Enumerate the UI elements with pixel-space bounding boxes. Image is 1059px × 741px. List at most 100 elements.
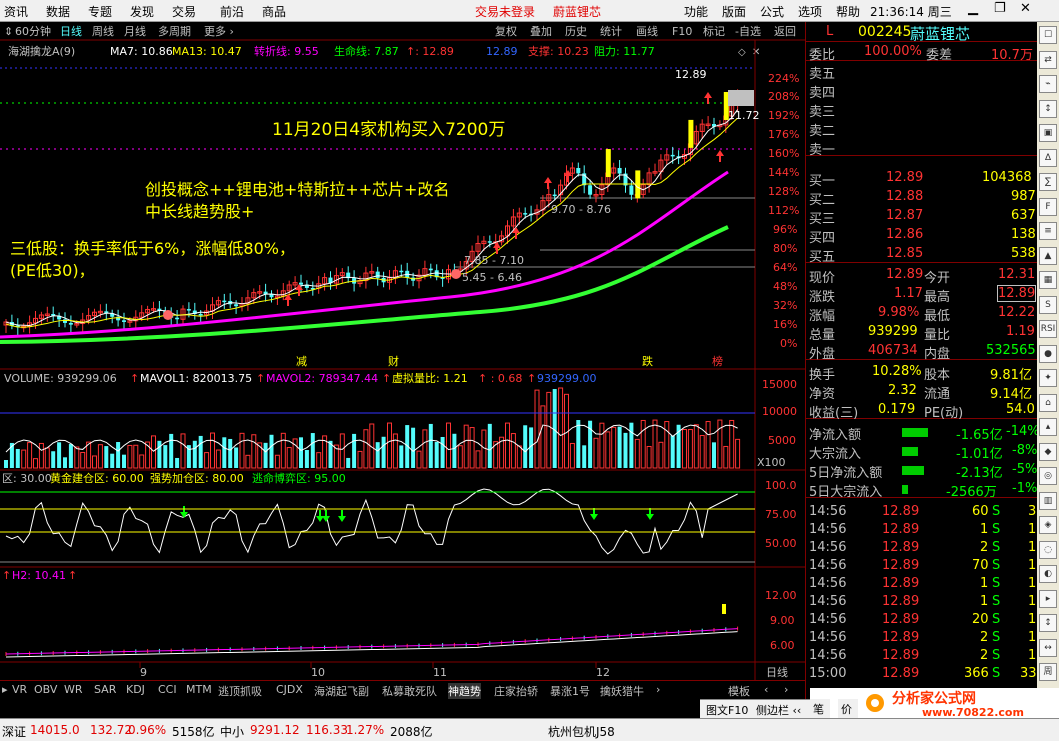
toolbar-zixuan[interactable]: -自选 bbox=[735, 25, 761, 38]
tab-kdj[interactable]: KDJ bbox=[126, 683, 145, 696]
toolbar-multi[interactable]: 多周期 bbox=[158, 24, 191, 38]
event-marker-die[interactable]: 跌 bbox=[642, 354, 653, 368]
side-tool-icon[interactable]: ∑ bbox=[1039, 173, 1057, 191]
side-tool-icon[interactable]: ↕ bbox=[1039, 614, 1057, 632]
side-tool-icon[interactable]: ◎ bbox=[1039, 467, 1057, 485]
toolbar-60min[interactable]: 60分钟 bbox=[15, 24, 51, 38]
tab-template[interactable]: 模板 bbox=[728, 683, 750, 699]
sidebar-toggle-button[interactable]: 侧边栏 ‹‹ bbox=[756, 702, 801, 718]
tab-cci[interactable]: CCI bbox=[158, 683, 177, 696]
side-tool-icon[interactable]: ↔ bbox=[1039, 638, 1057, 657]
toolbar-monthly[interactable]: 月线 bbox=[124, 24, 146, 38]
menu-faxian[interactable]: 发现 bbox=[130, 3, 154, 20]
toolbar-weekly[interactable]: 周线 bbox=[92, 24, 114, 38]
tab-prev[interactable]: ‹ bbox=[764, 683, 768, 696]
tab-vr[interactable]: VR bbox=[12, 683, 27, 696]
event-marker-bang[interactable]: 榜 bbox=[712, 354, 723, 368]
tab-next[interactable]: › bbox=[784, 683, 788, 696]
side-tool-icon[interactable]: S bbox=[1039, 295, 1057, 314]
side-tool-icon[interactable]: ▸ bbox=[1039, 589, 1057, 608]
toolbar-tongji[interactable]: 统计 bbox=[600, 25, 622, 38]
menu-gongshi[interactable]: 公式 bbox=[760, 3, 784, 20]
close-button[interactable]: ✕ bbox=[1020, 1, 1031, 16]
tab-sar[interactable]: SAR bbox=[94, 683, 116, 696]
menu-shuju[interactable]: 数据 bbox=[46, 3, 70, 20]
side-tool-icon[interactable]: ✦ bbox=[1039, 369, 1057, 387]
tab-shenqushi[interactable]: 神趋势 bbox=[448, 683, 481, 699]
side-tool-icon[interactable]: ⌁ bbox=[1039, 75, 1057, 93]
event-marker-jian[interactable]: 减 bbox=[296, 355, 307, 368]
menu-jiaoyi[interactable]: 交易 bbox=[172, 3, 196, 20]
pane-close-icon[interactable]: ✕ bbox=[752, 47, 760, 58]
tab-taoding[interactable]: 逃顶抓吸 bbox=[218, 683, 262, 699]
toolbar-huaxian[interactable]: 画线 bbox=[636, 24, 658, 38]
tab-simu[interactable]: 私募敢死队 bbox=[382, 683, 437, 699]
side-tool-icon[interactable]: ⇄ bbox=[1039, 50, 1057, 69]
tick-v: 1 bbox=[980, 594, 989, 609]
toolbar-more[interactable]: 更多 › bbox=[204, 24, 234, 38]
menu-zhuanti[interactable]: 专题 bbox=[88, 3, 112, 20]
toolbar-diejia[interactable]: 叠加 bbox=[530, 25, 552, 38]
stat-value: 12.89 bbox=[996, 285, 1037, 302]
menu-gongneng[interactable]: 功能 bbox=[684, 3, 708, 20]
side-tool-icon[interactable]: ▣ bbox=[1039, 124, 1057, 142]
side-tool-icon[interactable]: RSI bbox=[1039, 320, 1057, 338]
minimize-button[interactable]: ▁ bbox=[968, 1, 978, 16]
side-tool-icon[interactable]: ● bbox=[1039, 344, 1057, 363]
diamond-icon[interactable]: ◇ bbox=[738, 47, 746, 58]
volume-bar bbox=[599, 422, 605, 469]
side-tool-icon[interactable]: ☐ bbox=[1039, 26, 1057, 44]
toolbar-f10[interactable]: F10 bbox=[672, 25, 692, 38]
tab-cjdx[interactable]: CJDX bbox=[276, 683, 303, 696]
side-tool-icon[interactable]: ∆ bbox=[1039, 148, 1057, 167]
side-tool-icon[interactable]: ⌂ bbox=[1039, 393, 1057, 412]
menu-bangzhu[interactable]: 帮助 bbox=[836, 3, 860, 20]
tab-more[interactable]: › bbox=[656, 683, 660, 696]
tab-baozhang[interactable]: 暴涨1号 bbox=[550, 683, 590, 699]
stat-label: 今开 bbox=[924, 271, 951, 286]
side-tool-icon[interactable]: F bbox=[1039, 197, 1057, 216]
tail-bi[interactable]: 笔 bbox=[810, 699, 830, 718]
index-label-zx[interactable]: 中小 bbox=[220, 723, 244, 740]
chart-area[interactable]: ⇕ 60分钟 日线 周线 月线 多周期 更多 › 复权 叠加 历史 统计 画线 … bbox=[0, 22, 805, 710]
side-tool-icon[interactable]: ≡ bbox=[1039, 222, 1057, 240]
toolbar-biaoji[interactable]: 标记 bbox=[703, 24, 725, 38]
side-tool-icon[interactable]: ◐ bbox=[1039, 565, 1057, 583]
toolbar-lishi[interactable]: 历史 bbox=[565, 25, 587, 38]
toolbar-daily[interactable]: 日线 bbox=[60, 24, 82, 38]
event-marker-cai[interactable]: 财 bbox=[388, 354, 399, 368]
tab-haihu[interactable]: 海湖起飞副 bbox=[314, 683, 369, 699]
side-tool-icon[interactable]: ▲ bbox=[1039, 246, 1057, 265]
side-tool-icon[interactable]: ◈ bbox=[1039, 516, 1057, 534]
tab-zhuangjia[interactable]: 庄家抬轿 bbox=[494, 683, 538, 699]
menu-shangpin[interactable]: 商品 bbox=[262, 3, 286, 20]
menu-qianyan[interactable]: 前沿 bbox=[220, 3, 244, 20]
menu-xuanxiang[interactable]: 选项 bbox=[798, 3, 822, 20]
side-tool-icon[interactable]: ▥ bbox=[1039, 491, 1057, 510]
trade-status[interactable]: 交易未登录 bbox=[475, 3, 535, 20]
menu-banmian[interactable]: 版面 bbox=[722, 3, 746, 20]
toolbar-fanhui[interactable]: 返回 bbox=[774, 25, 796, 38]
side-tool-icon[interactable]: ▦ bbox=[1039, 271, 1057, 289]
side-tool-icon[interactable]: ◌ bbox=[1039, 540, 1057, 559]
vol-axis-label: 5000 bbox=[768, 434, 796, 447]
side-tool-icon[interactable]: 周 bbox=[1039, 663, 1057, 681]
axis-label: 224% bbox=[768, 72, 799, 85]
tab-wr[interactable]: WR bbox=[64, 683, 83, 696]
side-tool-icon[interactable]: ↕ bbox=[1039, 99, 1057, 118]
side-tool-icon[interactable]: ▴ bbox=[1039, 418, 1057, 436]
chart-canvas[interactable]: ⇕ 60分钟 日线 周线 月线 多周期 更多 › 复权 叠加 历史 统计 画线 … bbox=[0, 22, 805, 710]
expand-icon[interactable]: ⇕ bbox=[4, 25, 13, 38]
stat-label: 外盘 bbox=[809, 347, 836, 362]
tab-mtm[interactable]: MTM bbox=[186, 683, 212, 696]
tab-obv[interactable]: OBV bbox=[34, 683, 57, 696]
restore-button[interactable]: ❐ bbox=[994, 1, 1006, 16]
toolbar-fuquan[interactable]: 复权 bbox=[495, 24, 517, 38]
tab-qinyao[interactable]: 擒妖猎牛 bbox=[600, 683, 644, 699]
menu-zixun[interactable]: 资讯 bbox=[4, 3, 28, 20]
index-label-sz[interactable]: 深证 bbox=[2, 723, 26, 740]
side-tool-icon[interactable]: ◆ bbox=[1039, 442, 1057, 461]
tab-arrow-icon[interactable]: ▸ bbox=[2, 683, 8, 696]
tail-jia[interactable]: 价 bbox=[838, 699, 858, 718]
f10-tail-button[interactable]: 图文F10 bbox=[706, 702, 748, 718]
